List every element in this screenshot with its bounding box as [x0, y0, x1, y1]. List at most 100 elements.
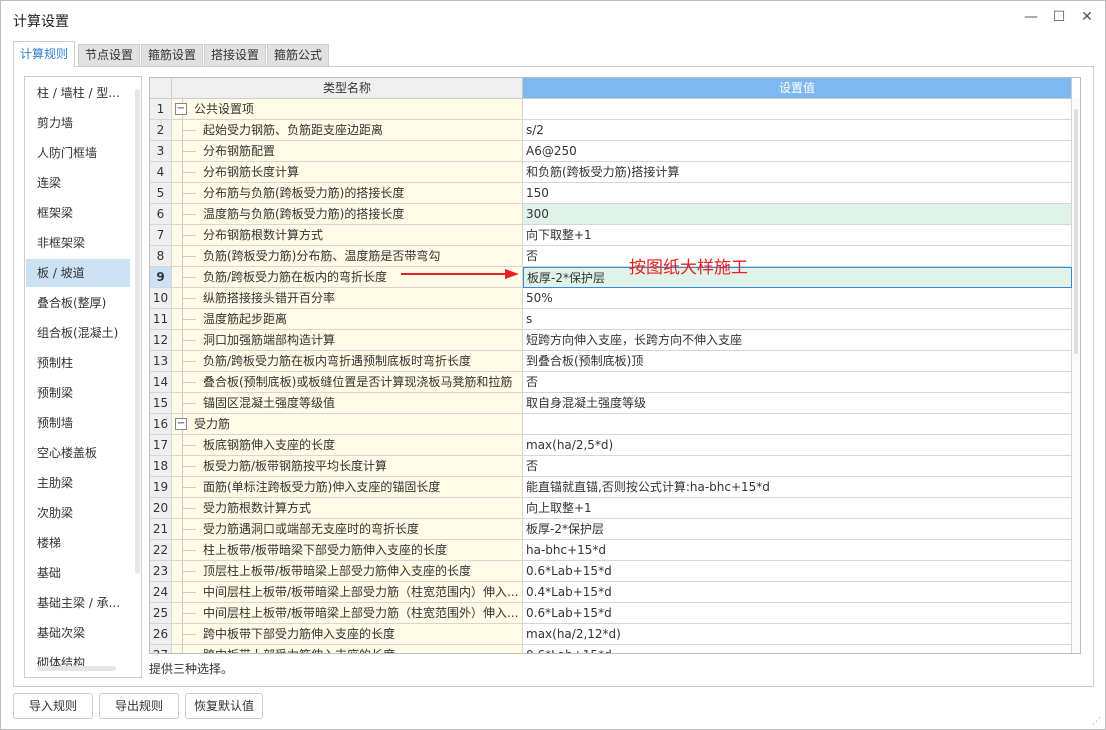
table-row[interactable]: 12 洞口加强筋端部构造计算 短跨方向伸入支座，长跨方向不伸入支座 — [150, 330, 1072, 351]
setting-value-cell[interactable]: 否 — [523, 372, 1072, 393]
setting-value-cell[interactable]: 150 — [523, 183, 1072, 204]
table-row[interactable]: 16− 受力筋 — [150, 414, 1072, 435]
table-row[interactable]: 19 面筋(单标注跨板受力筋)伸入支座的锚固长度 能直锚就直锚,否则按公式计算:ha… — [150, 477, 1072, 498]
setting-value-cell[interactable]: 0.6*Lab+15*d — [523, 561, 1072, 582]
sidebar-item[interactable]: 次肋梁 — [26, 499, 130, 527]
setting-value-cell[interactable]: 取自身混凝土强度等级 — [523, 393, 1072, 414]
setting-value-cell[interactable]: 否 — [523, 456, 1072, 477]
sidebar-item[interactable]: 连梁 — [26, 169, 130, 197]
table-row[interactable]: 15 锚固区混凝土强度等级值 取自身混凝土强度等级 — [150, 393, 1072, 414]
table-row[interactable]: 10 纵筋搭接接头错开百分率 50% — [150, 288, 1072, 309]
tab-calc-rules[interactable]: 计算规则 — [13, 41, 76, 67]
table-row[interactable]: 8 负筋(跨板受力筋)分布筋、温度筋是否带弯勾 否 — [150, 246, 1072, 267]
sidebar-item[interactable]: 楼梯 — [26, 529, 130, 557]
list-horizontal-scrollbar[interactable] — [37, 666, 116, 671]
table-row[interactable]: 20 受力筋根数计算方式 向上取整+1 — [150, 498, 1072, 519]
import-rules-button[interactable]: 导入规则 — [13, 693, 93, 719]
table-row[interactable]: 17 板底钢筋伸入支座的长度 max(ha/2,5*d) — [150, 435, 1072, 456]
sidebar-item[interactable]: 空心楼盖板 — [26, 439, 130, 467]
setting-value-cell[interactable]: 50% — [523, 288, 1072, 309]
setting-value-cell[interactable]: 0.6*Lab+15*d — [523, 603, 1072, 624]
close-button[interactable]: ✕ — [1077, 9, 1097, 25]
setting-value-cell[interactable]: A6@250 — [523, 141, 1072, 162]
tree-branch — [182, 529, 196, 530]
type-name-cell: 受力筋根数计算方式 — [172, 498, 523, 519]
maximize-button[interactable]: ☐ — [1049, 9, 1069, 25]
type-name-text: 顶层柱上板带/板带暗梁上部受力筋伸入支座的长度 — [203, 564, 472, 578]
setting-value-cell[interactable] — [523, 414, 1072, 435]
setting-value-cell[interactable]: 300 — [523, 204, 1072, 225]
table-row[interactable]: 11 温度筋起步距离 s — [150, 309, 1072, 330]
tab-stirrup-formula[interactable]: 箍筋公式 — [267, 44, 330, 66]
setting-value-cell[interactable]: 0.6*Lab+15*d — [523, 645, 1072, 653]
table-row[interactable]: 24 中间层柱上板带/板带暗梁上部受力筋（柱宽范围内）伸入... 0.4*Lab+1… — [150, 582, 1072, 603]
sidebar-item[interactable]: 预制墙 — [26, 409, 130, 437]
setting-value-cell[interactable]: 否 — [523, 246, 1072, 267]
sidebar-item[interactable]: 基础次梁 — [26, 619, 130, 647]
sidebar-item[interactable]: 组合板(混凝土) — [26, 319, 130, 347]
setting-value-cell[interactable]: 板厚-2*保护层 — [523, 519, 1072, 540]
sidebar-item[interactable]: 叠合板(整厚) — [26, 289, 130, 317]
row-number: 24 — [150, 582, 172, 603]
table-row[interactable]: 23 顶层柱上板带/板带暗梁上部受力筋伸入支座的长度 0.6*Lab+15*d — [150, 561, 1072, 582]
minimize-button[interactable]: — — [1021, 9, 1041, 25]
sidebar-item[interactable]: 人防门框墙 — [26, 139, 130, 167]
sidebar-item[interactable]: 基础 — [26, 559, 130, 587]
setting-value-cell[interactable]: 0.4*Lab+15*d — [523, 582, 1072, 603]
table-row[interactable]: 9 负筋/跨板受力筋在板内的弯折长度 板厚-2*保护层 — [150, 267, 1072, 288]
sidebar-item[interactable]: 砌体结构 — [26, 649, 130, 677]
table-row[interactable]: 27 跨中板带上部受力筋伸入支座的长度 0.6*Lab+15*d — [150, 645, 1072, 653]
export-rules-button[interactable]: 导出规则 — [99, 693, 179, 719]
setting-value-cell[interactable]: 能直锚就直锚,否则按公式计算:ha-bhc+15*d — [523, 477, 1072, 498]
tab-stirrup-settings[interactable]: 箍筋设置 — [141, 44, 204, 66]
sidebar-item[interactable]: 剪力墙 — [26, 109, 130, 137]
table-row[interactable]: 22 柱上板带/板带暗梁下部受力筋伸入支座的长度 ha-bhc+15*d — [150, 540, 1072, 561]
sidebar-item[interactable]: 预制柱 — [26, 349, 130, 377]
table-row[interactable]: 14 叠合板(预制底板)或板缝位置是否计算现浇板马凳筋和拉筋否 — [150, 372, 1072, 393]
restore-defaults-button[interactable]: 恢复默认值 — [185, 693, 263, 719]
tab-node-settings[interactable]: 节点设置 — [78, 44, 141, 66]
type-name-cell: − 公共设置项 — [172, 99, 523, 120]
table-row[interactable]: 21 受力筋遇洞口或端部无支座时的弯折长度 板厚-2*保护层 — [150, 519, 1072, 540]
setting-value-cell[interactable]: max(ha/2,5*d) — [523, 435, 1072, 456]
sidebar-item[interactable]: 非框架梁 — [26, 229, 130, 257]
list-vertical-scrollbar[interactable] — [135, 89, 140, 574]
table-row[interactable]: 1− 公共设置项 — [150, 99, 1072, 120]
setting-value-cell[interactable]: max(ha/2,12*d) — [523, 624, 1072, 645]
table-row[interactable]: 13 负筋/跨板受力筋在板内弯折遇预制底板时弯折长度 到叠合板(预制底板)顶 — [150, 351, 1072, 372]
resize-grip-icon[interactable]: ⋰ — [1092, 717, 1101, 727]
setting-value-cell[interactable]: 到叠合板(预制底板)顶 — [523, 351, 1072, 372]
setting-value-cell[interactable]: s/2 — [523, 120, 1072, 141]
sidebar-item[interactable]: 板 / 坡道 — [26, 259, 130, 287]
table-row[interactable]: 6 温度筋与负筋(跨板受力筋)的搭接长度 300 — [150, 204, 1072, 225]
setting-value-cell[interactable]: 板厚-2*保护层 — [523, 267, 1072, 288]
setting-value-cell[interactable]: 和负筋(跨板受力筋)搭接计算 — [523, 162, 1072, 183]
table-row[interactable]: 2 起始受力钢筋、负筋距支座边距离 s/2 — [150, 120, 1072, 141]
grid-vertical-scrollbar[interactable] — [1071, 99, 1080, 653]
table-row[interactable]: 25 中间层柱上板带/板带暗梁上部受力筋（柱宽范围外）伸入... 0.6*Lab+1… — [150, 603, 1072, 624]
sidebar-item[interactable]: 主肋梁 — [26, 469, 130, 497]
sidebar-item[interactable]: 基础主梁 / 承... — [26, 589, 130, 617]
setting-value-cell[interactable]: 向上取整+1 — [523, 498, 1072, 519]
tab-lap-settings[interactable]: 搭接设置 — [204, 44, 267, 66]
table-row[interactable]: 26 跨中板带下部受力筋伸入支座的长度 max(ha/2,12*d) — [150, 624, 1072, 645]
sidebar-item[interactable]: 框架梁 — [26, 199, 130, 227]
table-row[interactable]: 18 板受力筋/板带钢筋按平均长度计算 否 — [150, 456, 1072, 477]
sidebar-item[interactable]: 柱 / 墙柱 / 型... — [26, 79, 130, 107]
setting-value-cell[interactable]: 短跨方向伸入支座，长跨方向不伸入支座 — [523, 330, 1072, 351]
collapse-icon[interactable]: − — [175, 103, 187, 115]
setting-value-cell[interactable]: 向下取整+1 — [523, 225, 1072, 246]
setting-value-cell[interactable] — [523, 99, 1072, 120]
table-row[interactable]: 7 分布钢筋根数计算方式 向下取整+1 — [150, 225, 1072, 246]
table-row[interactable]: 5 分布筋与负筋(跨板受力筋)的搭接长度 150 — [150, 183, 1072, 204]
table-row[interactable]: 4 分布钢筋长度计算 和负筋(跨板受力筋)搭接计算 — [150, 162, 1072, 183]
table-row[interactable]: 3 分布钢筋配置 A6@250 — [150, 141, 1072, 162]
collapse-icon[interactable]: − — [175, 418, 187, 430]
sidebar-item[interactable]: 预制梁 — [26, 379, 130, 407]
tree-branch — [182, 634, 196, 635]
setting-value-cell[interactable]: s — [523, 309, 1072, 330]
type-name-cell: 负筋(跨板受力筋)分布筋、温度筋是否带弯勾 — [172, 246, 523, 267]
row-number: 14 — [150, 372, 172, 393]
setting-value-cell[interactable]: ha-bhc+15*d — [523, 540, 1072, 561]
scrollbar-thumb[interactable] — [1074, 109, 1078, 354]
